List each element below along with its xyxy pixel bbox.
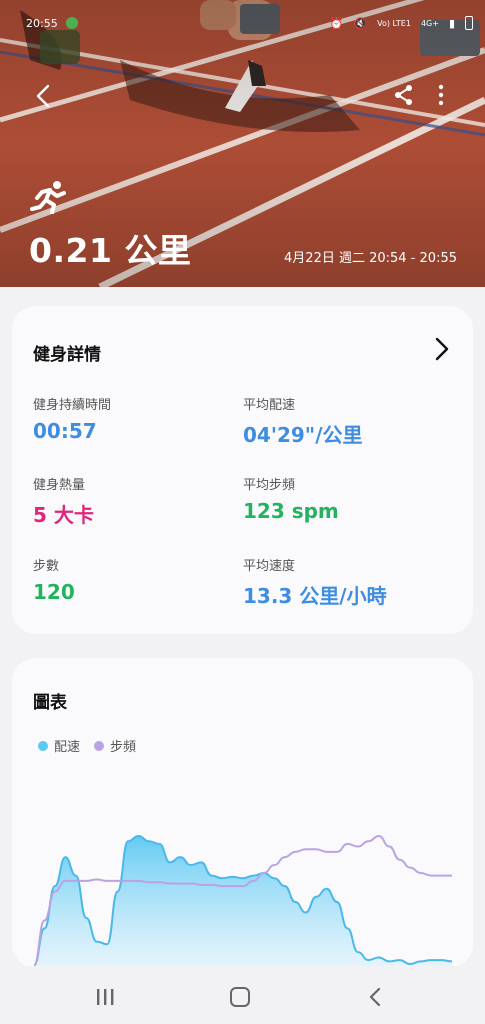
more-vertical-icon[interactable] <box>433 84 449 106</box>
status-bar: 20:55 ⏰ 🔇 Vo) LTE1 4G+ ▮ <box>14 12 473 34</box>
back-nav-icon[interactable] <box>368 986 382 1008</box>
metric-value: 04'29"/公里 <box>243 423 363 447</box>
network-label: 4G+ <box>420 18 439 28</box>
download-status-icon <box>65 17 78 29</box>
share-icon[interactable] <box>393 84 415 106</box>
signal-icon: ▮ <box>448 16 455 30</box>
metric-avg-speed: 平均速度 13.3 公里/小時 <box>243 555 443 609</box>
mute-icon: 🔇 <box>353 16 368 30</box>
metric-value: 123 spm <box>243 499 339 523</box>
recent-apps-icon[interactable] <box>94 988 116 1006</box>
back-arrow-icon[interactable] <box>30 82 56 110</box>
workout-details-card[interactable]: 健身詳情 健身持續時間 00:57 平均配速 04'29"/公里 健身熱量 5 … <box>12 306 473 634</box>
metric-label: 平均速度 <box>243 559 296 574</box>
chevron-right-icon[interactable] <box>433 336 451 362</box>
metric-avg-cadence: 平均步頻 123 spm <box>243 474 443 523</box>
system-nav-bar <box>0 966 485 1024</box>
volte-label: Vo) LTE1 <box>377 18 411 28</box>
running-icon <box>30 181 66 214</box>
status-time: 20:55 <box>26 16 58 30</box>
metric-value: 00:57 <box>33 419 97 443</box>
metric-label: 平均步頻 <box>243 478 296 493</box>
distance-total: 0.21 公里 <box>29 231 192 270</box>
home-icon[interactable] <box>230 987 250 1007</box>
metric-value: 5 大卡 <box>33 503 94 527</box>
metric-duration: 健身持續時間 00:57 <box>33 394 233 443</box>
metric-label: 平均配速 <box>243 398 296 413</box>
workout-datetime: 4月22日 週二 20:54 - 20:55 <box>284 251 457 266</box>
battery-icon <box>465 16 473 30</box>
chart-card: 圖表 配速 步頻 <box>12 658 473 968</box>
metric-calories: 健身熱量 5 大卡 <box>33 474 233 528</box>
metric-label: 步數 <box>33 559 60 574</box>
hero-banner: 20:55 ⏰ 🔇 Vo) LTE1 4G+ ▮ 0.21 公里 4月22日 週… <box>0 0 485 287</box>
metric-value: 13.3 公里/小時 <box>243 584 387 608</box>
pace-cadence-chart <box>33 834 453 968</box>
alarm-icon: ⏰ <box>329 16 344 30</box>
series-pace-area <box>34 836 452 968</box>
metric-steps: 步數 120 <box>33 555 233 604</box>
details-title: 健身詳情 <box>33 345 101 365</box>
metric-label: 健身持續時間 <box>33 398 112 413</box>
metric-avg-pace: 平均配速 04'29"/公里 <box>243 394 443 448</box>
metric-value: 120 <box>33 580 75 604</box>
metric-label: 健身熱量 <box>33 478 86 493</box>
